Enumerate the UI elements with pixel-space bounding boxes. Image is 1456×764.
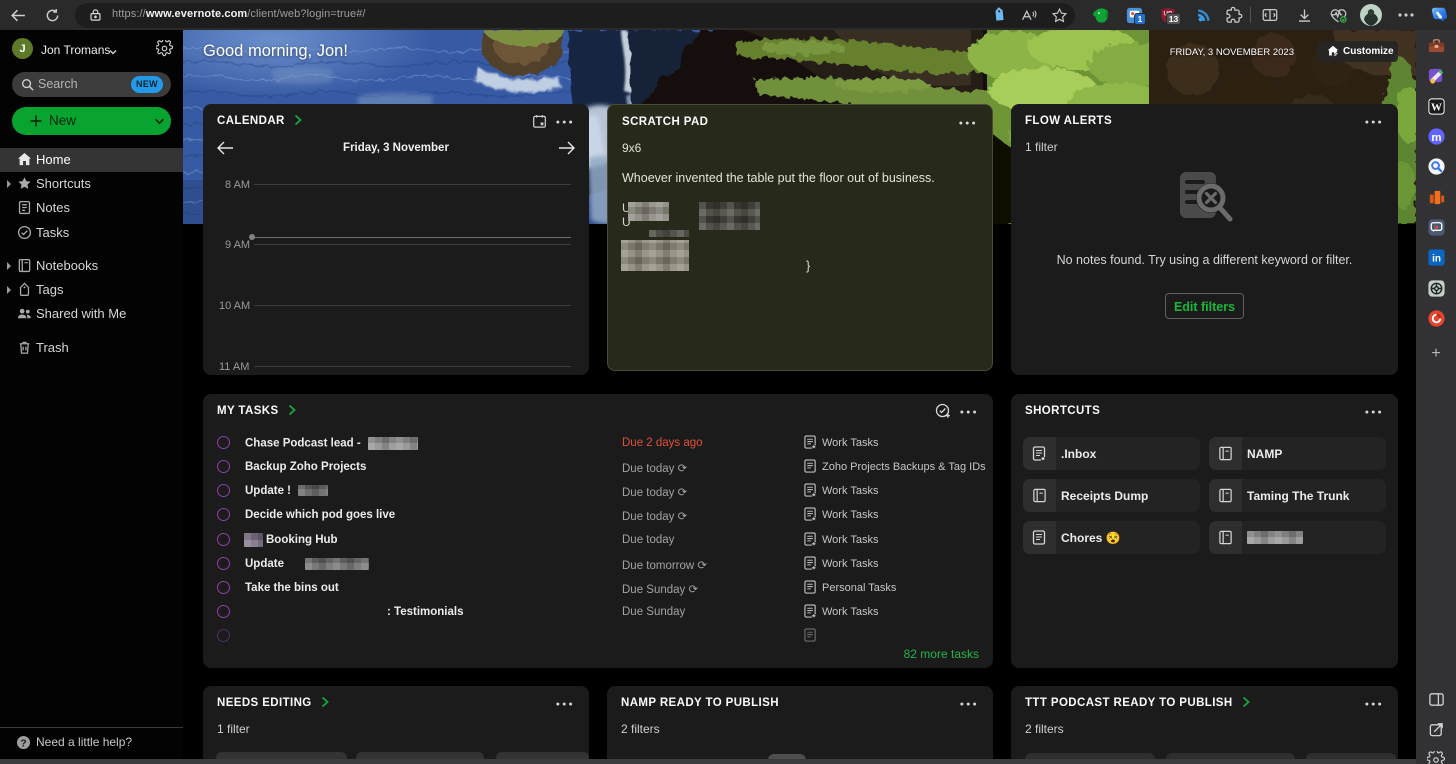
svg-text:W: W <box>1431 101 1442 113</box>
svg-text:?: ? <box>20 738 26 749</box>
svg-text:in: in <box>1432 253 1441 264</box>
svg-text:m: m <box>1431 131 1441 143</box>
